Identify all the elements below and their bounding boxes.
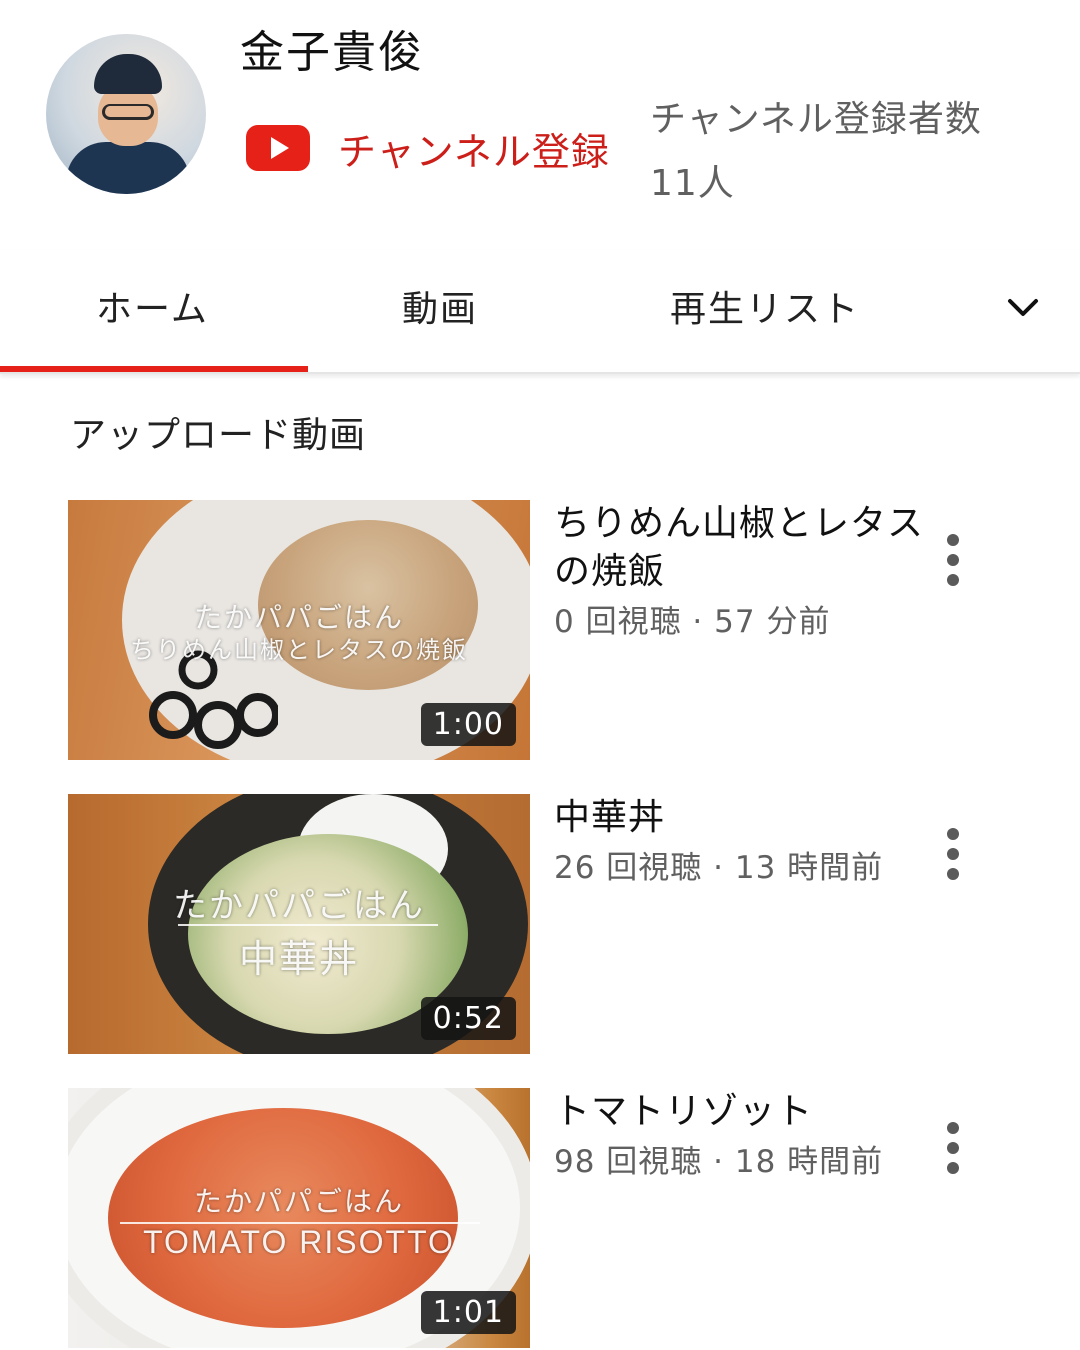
section-title: アップロード動画: [70, 415, 367, 456]
avatar-body: [66, 142, 190, 194]
video-stats: 26 回視聴 · 13 時間前: [554, 850, 884, 886]
tab-bar: ホーム 動画 再生リスト: [0, 250, 1080, 374]
thumbnail-caption-2: ちりめん山椒とレタスの焼飯: [130, 636, 468, 664]
channel-name: 金子貴俊: [240, 27, 424, 78]
video-title[interactable]: ちりめん山椒とレタスの焼飯: [554, 500, 924, 596]
video-meta: ちりめん山椒とレタスの焼飯 0 回視聴 · 57 分前: [554, 500, 924, 644]
video-title[interactable]: 中華丼: [554, 794, 924, 842]
subscribe-label: チャンネル登録: [338, 129, 610, 174]
video-item[interactable]: たかパパごはん 中華丼 0:52 中華丼 26 回視聴 · 13 時間前: [68, 794, 1068, 1054]
video-title[interactable]: トマトリゾット: [554, 1088, 924, 1136]
thumbnail-caption-2: TOMATO RISOTTO: [143, 1224, 455, 1260]
channel-page: 金子貴俊 チャンネル登録 チャンネル登録者数 11人 ホーム 動画 再生リスト …: [0, 0, 1080, 1350]
caption-divider: [178, 924, 438, 926]
video-meta: トマトリゾット 98 回視聴 · 18 時間前: [554, 1088, 924, 1184]
more-vert-icon[interactable]: [938, 530, 968, 590]
video-thumbnail[interactable]: たかパパごはん 中華丼 0:52: [68, 794, 530, 1054]
chevron-down-icon[interactable]: [1006, 290, 1040, 324]
subscribe-button[interactable]: チャンネル登録: [246, 118, 610, 178]
avatar-glasses: [102, 104, 154, 120]
tab-playlists[interactable]: 再生リスト: [670, 280, 860, 332]
subscriber-count: チャンネル登録者数 11人: [650, 99, 982, 204]
more-vert-icon[interactable]: [938, 1118, 968, 1178]
video-stats: 0 回視聴 · 57 分前: [554, 604, 831, 640]
video-item[interactable]: たかパパごはん TOMATO RISOTTO 1:01 トマトリゾット 98 回…: [68, 1088, 1068, 1348]
video-meta: 中華丼 26 回視聴 · 13 時間前: [554, 794, 924, 890]
thumbnail-caption-1: たかパパごはん: [173, 886, 425, 926]
active-tab-indicator: [0, 366, 308, 372]
tab-home[interactable]: ホーム: [96, 280, 209, 332]
video-duration: 0:52: [420, 997, 516, 1040]
thumbnail-caption-1: たかパパごはん: [193, 1185, 404, 1218]
more-vert-icon[interactable]: [938, 824, 968, 884]
tab-videos[interactable]: 動画: [402, 280, 478, 332]
video-thumbnail[interactable]: たかパパごはん ちりめん山椒とレタスの焼飯 1:00: [68, 500, 530, 760]
video-item[interactable]: たかパパごはん ちりめん山椒とレタスの焼飯 1:00 ちりめん山椒とレタスの焼飯…: [68, 500, 1068, 760]
avatar[interactable]: [46, 34, 206, 194]
video-thumbnail[interactable]: たかパパごはん TOMATO RISOTTO 1:01: [68, 1088, 530, 1348]
thumbnail-caption-2: 中華丼: [238, 937, 359, 981]
avatar-hat: [94, 54, 162, 94]
video-duration: 1:00: [420, 703, 516, 746]
youtube-logo-icon: [246, 125, 310, 171]
video-duration: 1:01: [420, 1291, 516, 1334]
video-stats: 98 回視聴 · 18 時間前: [554, 1144, 884, 1180]
